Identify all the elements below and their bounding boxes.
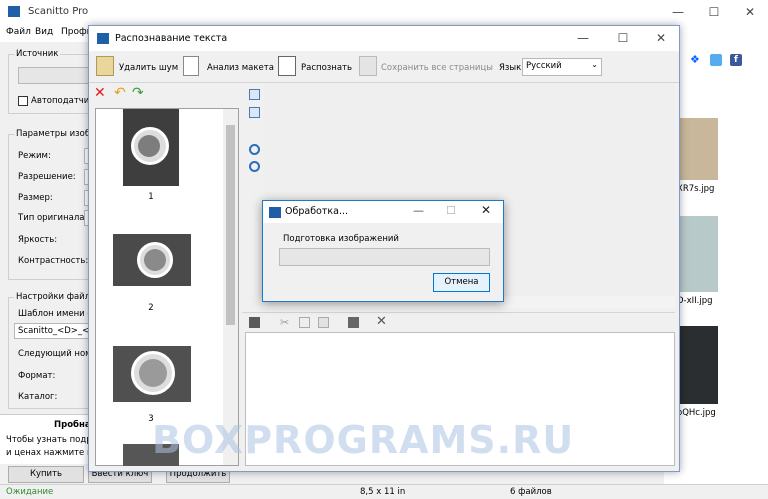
layout-analysis-icon	[183, 56, 199, 76]
page-thumbnail[interactable]	[113, 234, 191, 286]
autofeed-label: Автоподатчик	[31, 96, 95, 106]
template-input[interactable]: Scanitto_<D>_<#	[14, 323, 96, 339]
site-watermark: BOXPROGRAMS.RU	[152, 418, 575, 462]
cancel-button[interactable]: Отмена	[433, 273, 490, 292]
recognize-icon	[278, 56, 296, 76]
redo-icon[interactable]: ↷	[132, 86, 144, 100]
language-select[interactable]: Русский ⌄	[522, 58, 602, 76]
main-window-title: Scanitto Pro	[28, 6, 89, 17]
status-file-count: 6 файлов	[510, 487, 552, 497]
processing-maximize-button[interactable]: ☐	[446, 204, 456, 217]
scrollbar-thumb[interactable]	[226, 125, 235, 325]
cut-icon[interactable]: ✂	[280, 316, 289, 329]
file-settings-label: Настройки файла	[14, 292, 98, 302]
undo-icon[interactable]: ↶	[114, 86, 126, 100]
scanitto-app-icon	[8, 6, 20, 17]
maximize-button[interactable]: ☐	[696, 0, 732, 24]
source-group-label: Источник	[14, 49, 61, 59]
ocr-close-button[interactable]: ✕	[643, 26, 679, 50]
resolution-label: Разрешение:	[18, 172, 76, 182]
promo-title: Пробна	[54, 420, 91, 430]
menu-view[interactable]: Вид	[35, 27, 53, 37]
processing-dialog: Обработка... — ☐ ✕ Подготовка изображени…	[262, 200, 504, 302]
twitter-icon[interactable]	[710, 54, 722, 66]
processing-title-bar: Обработка... — ☐ ✕	[263, 201, 503, 223]
processing-dialog-title: Обработка...	[285, 206, 349, 217]
format-label: Формат:	[18, 371, 56, 381]
main-title-bar: Scanitto Pro — ☐ ✕	[0, 0, 768, 24]
ocr-maximize-button[interactable]: ☐	[605, 26, 641, 50]
contrast-label: Контрастность:	[18, 256, 89, 266]
original-type-label: Тип оригинала:	[18, 213, 88, 223]
dropbox-icon[interactable]: ❖	[690, 54, 702, 66]
delete-icon[interactable]: ✕	[94, 86, 106, 100]
ocr-minimize-button[interactable]: —	[565, 26, 601, 50]
page-thumbnail-list: 1 2 3	[95, 108, 239, 466]
clear-icon[interactable]: ✕	[376, 314, 387, 329]
source-select[interactable]	[18, 67, 90, 84]
food-graphic	[139, 359, 167, 387]
size-label: Размер:	[18, 193, 53, 203]
save-text-icon[interactable]	[249, 317, 260, 328]
paste-icon[interactable]	[318, 317, 329, 328]
remove-noise-icon	[96, 56, 114, 76]
copy-icon[interactable]	[249, 107, 260, 118]
ocr-app-icon	[97, 33, 109, 44]
page-thumbnail[interactable]	[123, 109, 179, 186]
processing-progress-bar	[279, 248, 490, 266]
file-name: D-xII.jpg	[677, 296, 713, 306]
food-graphic	[144, 249, 166, 271]
zoom-in-icon[interactable]	[249, 144, 260, 155]
export-icon[interactable]	[348, 317, 359, 328]
layout-analysis-button[interactable]: Анализ макета	[207, 63, 274, 73]
autofeed-checkbox[interactable]	[18, 96, 28, 106]
save-pages-icon	[359, 56, 377, 76]
copy-text-icon[interactable]	[299, 317, 310, 328]
file-thumbnail[interactable]	[678, 118, 718, 180]
language-label: Язык	[499, 63, 522, 73]
recognize-button[interactable]: Распознать	[301, 63, 352, 73]
processing-close-button[interactable]: ✕	[481, 203, 491, 217]
file-thumbnail[interactable]	[678, 326, 718, 404]
ocr-dialog-title-bar: Распознавание текста — ☐ ✕	[89, 26, 679, 51]
brightness-label: Яркость:	[18, 235, 58, 245]
close-button[interactable]: ✕	[732, 0, 768, 24]
image-tools-strip	[242, 84, 264, 316]
save-all-pages-button[interactable]: Сохранить все страницы	[381, 63, 493, 73]
status-page-size: 8,5 x 11 in	[360, 487, 406, 497]
catalog-label: Каталог:	[18, 392, 58, 402]
minimize-button[interactable]: —	[660, 0, 696, 24]
language-select-value: Русский	[526, 61, 562, 71]
ocr-dialog-title: Распознавание текста	[115, 33, 228, 44]
zoom-out-icon[interactable]	[249, 161, 260, 172]
chevron-down-icon: ⌄	[591, 60, 598, 69]
processing-minimize-button[interactable]: —	[413, 204, 424, 217]
file-name: XR7s.jpg	[677, 184, 715, 194]
menu-file[interactable]: Файл	[6, 27, 31, 37]
status-text: Ожидание	[6, 487, 54, 497]
add-page-icon[interactable]	[249, 89, 260, 100]
food-graphic	[138, 135, 160, 157]
remove-noise-button[interactable]: Удалить шум	[119, 63, 178, 73]
promo-text-line-1: Чтобы узнать подро	[6, 435, 97, 445]
thumbnail-scrollbar[interactable]	[223, 109, 238, 465]
file-name: oQHc.jpg	[677, 408, 716, 418]
mode-label: Режим:	[18, 151, 51, 161]
facebook-icon[interactable]: f	[730, 54, 742, 66]
buy-button[interactable]: Купить	[8, 466, 84, 483]
page-number: 1	[148, 192, 154, 202]
page-thumbnail[interactable]	[113, 346, 191, 402]
status-bar: Ожидание 8,5 x 11 in 6 файлов	[0, 484, 768, 499]
page-number: 2	[148, 303, 154, 313]
file-thumbnail[interactable]	[678, 216, 718, 292]
processing-message: Подготовка изображений	[283, 234, 399, 244]
processing-app-icon	[269, 207, 281, 218]
